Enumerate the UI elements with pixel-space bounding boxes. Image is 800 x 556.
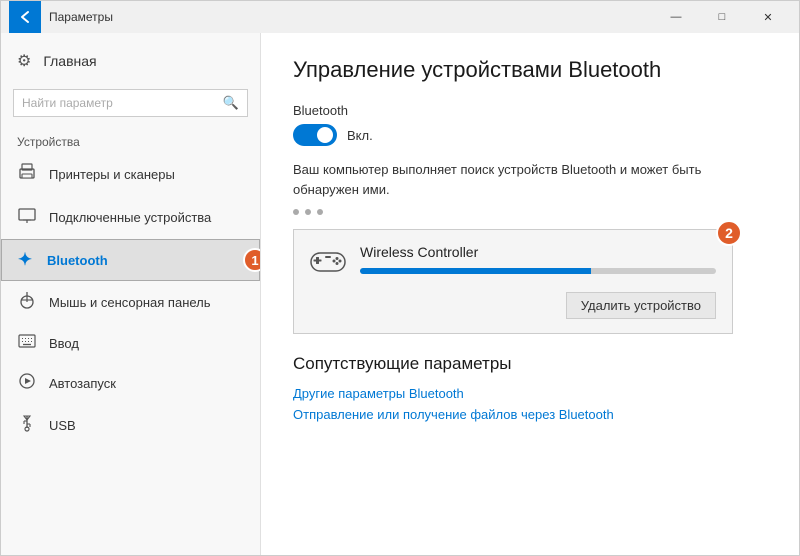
sidebar-item-typing[interactable]: Ввод: [1, 324, 260, 363]
bluetooth-setting-label: Bluetooth: [293, 103, 767, 118]
content-area: Управление устройствами Bluetooth Blueto…: [261, 33, 799, 555]
autoplay-icon: [17, 373, 37, 394]
remove-device-button[interactable]: Удалить устройство: [566, 292, 716, 319]
dot-3: [317, 209, 323, 215]
bluetooth-label: Bluetooth: [47, 253, 108, 268]
sidebar-item-bluetooth[interactable]: ✦ Bluetooth 1: [1, 239, 260, 281]
gamepad-icon: [310, 246, 346, 282]
toggle-text: Вкл.: [347, 128, 373, 143]
typing-label: Ввод: [49, 336, 79, 351]
sidebar-item-autoplay[interactable]: Автозапуск: [1, 363, 260, 404]
page-title: Управление устройствами Bluetooth: [293, 57, 767, 83]
title-bar: Параметры — □ ✕: [1, 1, 799, 33]
device-info: Wireless Controller: [360, 244, 716, 274]
main-content: ⚙ Главная 🔍 Устройства Принте: [1, 33, 799, 555]
usb-icon: [17, 414, 37, 437]
device-card-badge: 2: [716, 220, 742, 246]
home-label: Главная: [43, 53, 96, 69]
toggle-row: Вкл.: [293, 124, 767, 146]
related-settings: Сопутствующие параметры Другие параметры…: [293, 354, 767, 422]
device-name: Wireless Controller: [360, 244, 716, 260]
device-progress-bar: [360, 268, 591, 274]
sidebar-item-usb[interactable]: USB: [1, 404, 260, 447]
info-text: Ваш компьютер выполняет поиск устройств …: [293, 160, 713, 199]
mouse-icon: [17, 291, 37, 314]
window-controls: — □ ✕: [653, 1, 791, 33]
keyboard-icon: [17, 334, 37, 353]
autoplay-label: Автозапуск: [49, 376, 116, 391]
mouse-label: Мышь и сенсорная панель: [49, 295, 211, 310]
back-button[interactable]: [9, 1, 41, 33]
maximize-button[interactable]: □: [699, 1, 745, 33]
search-input[interactable]: [22, 96, 217, 110]
window-title: Параметры: [49, 10, 653, 24]
connected-icon: [17, 206, 37, 229]
dot-1: [293, 209, 299, 215]
printers-label: Принтеры и сканеры: [49, 167, 175, 182]
search-box: 🔍: [13, 89, 248, 117]
sidebar-item-home[interactable]: ⚙ Главная: [1, 41, 260, 81]
printer-icon: [17, 163, 37, 186]
connected-label: Подключенные устройства: [49, 210, 211, 225]
sidebar-item-mouse[interactable]: Мышь и сенсорная панель: [1, 281, 260, 324]
sidebar-item-printers[interactable]: Принтеры и сканеры: [1, 153, 260, 196]
minimize-button[interactable]: —: [653, 1, 699, 33]
related-link-1[interactable]: Другие параметры Bluetooth: [293, 386, 767, 401]
home-icon: ⚙: [17, 51, 31, 71]
settings-window: Параметры — □ ✕ ⚙ Главная 🔍 Устройства: [0, 0, 800, 556]
sidebar: ⚙ Главная 🔍 Устройства Принте: [1, 33, 261, 555]
sidebar-item-connected[interactable]: Подключенные устройства: [1, 196, 260, 239]
device-actions: Удалить устройство: [310, 292, 716, 319]
dot-2: [305, 209, 311, 215]
close-button[interactable]: ✕: [745, 1, 791, 33]
device-progress-bar-container: [360, 268, 716, 274]
usb-label: USB: [49, 418, 76, 433]
related-title: Сопутствующие параметры: [293, 354, 767, 374]
section-label: Устройства: [1, 125, 260, 153]
related-link-2[interactable]: Отправление или получение файлов через B…: [293, 407, 767, 422]
bluetooth-toggle[interactable]: [293, 124, 337, 146]
device-card-inner: Wireless Controller: [310, 244, 716, 282]
loading-dots: [293, 209, 767, 215]
search-icon: 🔍: [223, 95, 239, 111]
device-card: Wireless Controller Удалить устройство 2: [293, 229, 733, 334]
bluetooth-icon: ✦: [15, 250, 35, 270]
bluetooth-badge: 1: [243, 248, 261, 272]
